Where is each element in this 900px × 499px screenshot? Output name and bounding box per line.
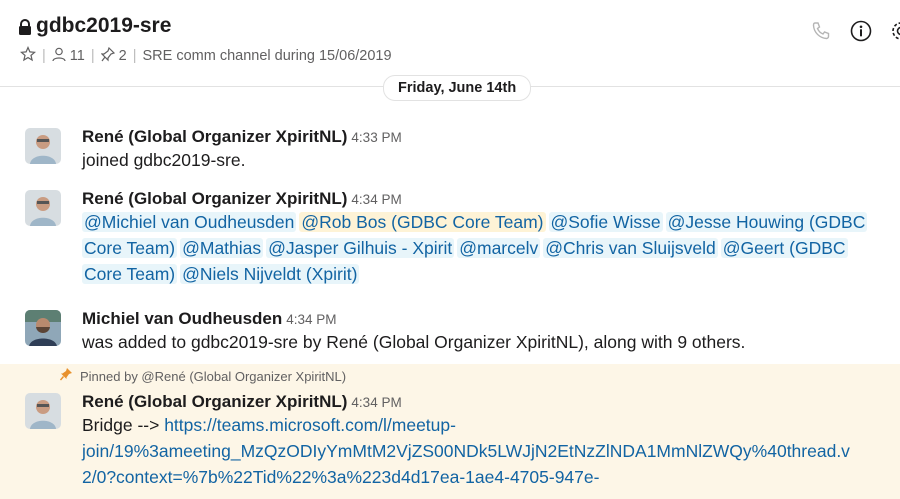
message-text: Bridge --> https://teams.microsoft.com/l… [82,412,900,490]
user-mention[interactable]: @Jesse Houwing (GDBC [665,212,868,232]
channel-topic[interactable]: SRE comm channel during 15/06/2019 [142,48,391,64]
message-text: @Michiel van Oudheusden @Rob Bos (GDBC Co… [82,209,892,287]
message-timestamp[interactable]: 4:34 PM [286,312,336,327]
message: René (Global Organizer XpiritNL) 4:34 PM … [0,189,900,300]
channel-name: gdbc2019-sre [36,14,172,37]
channel-title[interactable]: gdbc2019-sre [18,14,171,38]
day-divider[interactable]: Friday, June 14th [383,75,532,101]
meeting-link-cont[interactable]: 2/0?context=%7b%22Tid%22%3a%223d4d17ea-1… [82,467,599,487]
message-timestamp[interactable]: 4:34 PM [351,395,401,410]
meeting-link-cont[interactable]: join/19%3ameeting_MzQzODIyYmMtM2VjZS00ND… [82,441,850,461]
message-author[interactable]: Michiel van Oudheusden [82,309,282,328]
message-timestamp[interactable]: 4:34 PM [351,192,401,207]
channel-meta: | 11 | 2 | SRE comm channel during 15/06… [19,45,392,66]
user-mention[interactable]: @Mathias [180,238,264,258]
info-icon[interactable] [850,20,872,47]
avatar[interactable] [25,190,61,226]
avatar[interactable] [25,128,61,164]
member-count: 11 [69,48,85,64]
message: René (Global Organizer XpiritNL) 4:33 PM … [0,127,900,178]
message: Michiel van Oudheusden 4:34 PM was added … [0,309,900,360]
message-author[interactable]: René (Global Organizer XpiritNL) [82,392,347,411]
user-mention[interactable]: @Geert (GDBC [720,238,848,258]
user-mention[interactable]: @Niels Nijveldt (Xpirit) [180,264,360,284]
pinned-count: 2 [118,48,127,64]
pinned-label: Pinned by @René (Global Organizer Xpirit… [59,368,346,384]
pin-icon [59,368,72,384]
user-mention[interactable]: @marcelv [457,238,541,258]
member-count-button[interactable]: 11 [52,47,85,66]
avatar[interactable] [25,393,61,429]
meta-separator: | [42,48,46,64]
phone-icon[interactable] [810,20,832,47]
user-mention[interactable]: @Jasper Gilhuis - Xpirit [266,238,455,258]
pinned-count-button[interactable]: 2 [100,46,127,66]
star-icon[interactable] [19,45,37,66]
gear-icon[interactable] [890,20,900,47]
message-text: was added to gdbc2019-sre by René (Globa… [82,332,746,352]
user-mention[interactable]: @Michiel van Oudheusden [82,212,297,232]
message-timestamp[interactable]: 4:33 PM [351,130,401,145]
channel-header: gdbc2019-sre | 11 | 2 | SRE comm channel… [0,0,900,76]
message-text: joined gdbc2019-sre. [82,150,246,170]
message: René (Global Organizer XpiritNL) 4:34 PM … [0,392,900,499]
user-mention-self[interactable]: @Rob Bos (GDBC Core Team) [299,212,546,232]
pin-icon [100,46,115,66]
user-mention[interactable]: @Sofie Wisse [548,212,663,232]
meeting-link[interactable]: https://teams.microsoft.com/l/meetup- [164,415,456,435]
person-icon [52,47,66,66]
meta-separator: | [90,48,95,64]
user-mention[interactable]: @Chris van Sluijsveld [543,238,718,258]
pinned-by-text[interactable]: Pinned by @René (Global Organizer Xpirit… [80,369,346,384]
user-mention[interactable]: Core Team) [82,264,178,284]
header-actions [810,20,900,47]
avatar[interactable] [25,310,61,346]
message-text-prefix: Bridge --> [82,415,160,435]
message-author[interactable]: René (Global Organizer XpiritNL) [82,127,347,146]
user-mention[interactable]: Core Team) [82,238,178,258]
message-author[interactable]: René (Global Organizer XpiritNL) [82,189,347,208]
meta-separator: | [132,48,137,64]
lock-icon [18,18,32,35]
